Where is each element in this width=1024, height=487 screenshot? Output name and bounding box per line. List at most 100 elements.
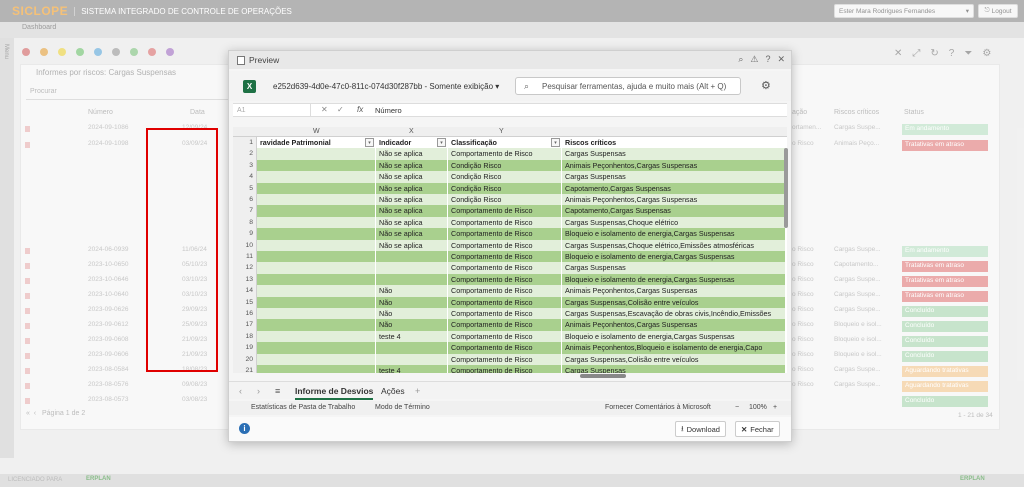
vertical-scrollbar[interactable] [784,136,789,372]
cell-indicador[interactable] [375,353,447,365]
header-cell-classificacao[interactable]: Classificação [447,137,561,149]
cell-indicador[interactable]: Não se aplica [375,205,447,217]
close-button[interactable]: ✕ Fechar [735,421,780,437]
zoom-out-icon[interactable]: − [735,404,739,411]
sheet-list-icon[interactable]: ≡ [275,386,280,396]
cell-classificacao[interactable]: Condição Risco [447,159,561,172]
cell-classificacao[interactable]: Comportamento de Risco [447,148,561,160]
cell-classificacao[interactable]: Comportamento de Risco [447,285,561,297]
horizontal-scrollbar[interactable] [476,374,626,378]
cell-indicador[interactable]: teste 4 [375,330,447,343]
row-number[interactable]: 18 [233,330,257,343]
cell-gravidade[interactable] [257,251,375,263]
cell-riscos[interactable]: Animais Peçonhentos,Cargas Suspensas [561,319,785,331]
cell-indicador[interactable]: Não se aplica [375,216,447,229]
row-number[interactable]: 19 [233,342,257,354]
cell-classificacao[interactable]: Comportamento de Risco [447,296,561,308]
cell-riscos[interactable]: Bloqueio e isolamento de energia,Cargas … [561,251,785,263]
cell-indicador[interactable]: Não se aplica [375,148,447,160]
scroll-thumb[interactable] [580,374,626,378]
cell-gravidade[interactable] [257,342,375,354]
cell-gravidade[interactable] [257,285,375,297]
cell-classificacao[interactable]: Comportamento de Risco [447,262,561,274]
completion-mode[interactable]: Modo de Término [375,404,430,411]
cell-classificacao[interactable]: Comportamento de Risco [447,342,561,354]
cell-indicador[interactable]: Não se aplica [375,239,447,251]
help-icon[interactable]: ? [765,54,770,65]
cell-riscos[interactable]: Capotamento,Cargas Suspensas [561,182,785,194]
cell-classificacao[interactable]: Condição Risco [447,182,561,194]
cell-classificacao[interactable]: Condição Risco [447,171,561,183]
cell-classificacao[interactable]: Condição Risco [447,194,561,206]
column-letter[interactable]: W [313,128,320,135]
row-number[interactable]: 17 [233,319,257,331]
cell-gravidade[interactable] [257,319,375,331]
check-icon[interactable]: ✓ [337,105,344,114]
row-number[interactable]: 11 [233,251,257,263]
column-letter[interactable]: X [409,128,414,135]
cell-riscos[interactable]: Cargas Suspensas [561,148,785,160]
cell-gravidade[interactable] [257,216,375,229]
file-title[interactable]: e252d639-4d0e-47c0-811c-074d30f287bb - S… [273,82,499,91]
row-number[interactable]: 15 [233,296,257,308]
row-number[interactable]: 7 [233,205,257,217]
cell-gravidade[interactable] [257,194,375,206]
cell-classificacao[interactable]: Comportamento de Risco [447,251,561,263]
cell-indicador[interactable]: Não se aplica [375,182,447,194]
cell-riscos[interactable]: Bloqueio e isolamento de energia,Cargas … [561,330,785,343]
download-button[interactable]: ⭳ Download [675,421,726,437]
spreadsheet-grid[interactable]: W X Y 1 ravidade Patrimonial ▾ Indicador… [233,127,787,373]
cell-indicador[interactable]: Não se aplica [375,194,447,206]
cell-indicador[interactable]: Não [375,319,447,331]
warning-icon[interactable]: ⚠ [750,54,758,65]
cell-gravidade[interactable] [257,182,375,194]
header-cell-gravidade[interactable]: ravidade Patrimonial [257,137,375,149]
cell-gravidade[interactable] [257,262,375,274]
cell-indicador[interactable] [375,251,447,263]
row-number[interactable]: 1 [233,137,257,149]
filter-dropdown-icon[interactable]: ▾ [551,138,560,147]
row-number[interactable]: 8 [233,216,257,229]
header-cell-riscos[interactable]: Riscos críticos [561,137,785,149]
zoom-in-icon[interactable]: + [773,404,777,411]
close-icon[interactable]: ✕ [777,54,785,65]
next-sheet-icon[interactable]: › [257,386,260,396]
row-number[interactable]: 10 [233,239,257,251]
row-number[interactable]: 13 [233,273,257,286]
tab-informe-de-desvios[interactable]: Informe de Desvios [295,386,374,400]
cell-classificacao[interactable]: Comportamento de Risco [447,330,561,343]
cell-indicador[interactable]: Não se aplica [375,228,447,240]
row-number[interactable]: 14 [233,285,257,297]
cell-classificacao[interactable]: Comportamento de Risco [447,308,561,320]
cell-riscos[interactable]: Bloqueio e isolamento de energia,Cargas … [561,273,785,286]
cell-gravidade[interactable] [257,239,375,251]
prev-sheet-icon[interactable]: ‹ [239,386,242,396]
workbook-stats[interactable]: Estatísticas de Pasta de Trabalho [251,404,355,411]
cell-riscos[interactable]: Cargas Suspensas,Choque elétrico [561,216,785,229]
row-number[interactable]: 6 [233,194,257,206]
column-letter[interactable]: Y [499,128,504,135]
cell-gravidade[interactable] [257,330,375,343]
cell-riscos[interactable]: Bloqueio e isolamento de energia,Cargas … [561,228,785,240]
cell-indicador[interactable]: Não [375,308,447,320]
cell-riscos[interactable]: Cargas Suspensas,Escavação de obras civi… [561,308,785,320]
add-sheet-icon[interactable]: + [415,386,420,396]
cell-gravidade[interactable] [257,353,375,365]
cell-riscos[interactable]: Animais Peçonhentos,Cargas Suspensas [561,285,785,297]
cell-riscos[interactable]: Animais Peçonhentos,Cargas Suspensas [561,159,785,172]
cell-classificacao[interactable]: Comportamento de Risco [447,353,561,365]
cell-riscos[interactable]: Cargas Suspensas [561,171,785,183]
cell-gravidade[interactable] [257,171,375,183]
cell-gravidade[interactable] [257,228,375,240]
scroll-thumb[interactable] [784,148,788,228]
cell-gravidade[interactable] [257,365,375,373]
cell-riscos[interactable]: Cargas Suspensas,Colisão entre veículos [561,353,785,365]
cell-gravidade[interactable] [257,308,375,320]
cell-classificacao[interactable]: Comportamento de Risco [447,239,561,251]
name-box[interactable]: A1 [233,104,311,117]
cell-indicador[interactable]: teste 4 [375,365,447,373]
row-number[interactable]: 21 [233,365,257,373]
filter-dropdown-icon[interactable]: ▾ [437,138,446,147]
cell-gravidade[interactable] [257,273,375,286]
filter-dropdown-icon[interactable]: ▾ [365,138,374,147]
